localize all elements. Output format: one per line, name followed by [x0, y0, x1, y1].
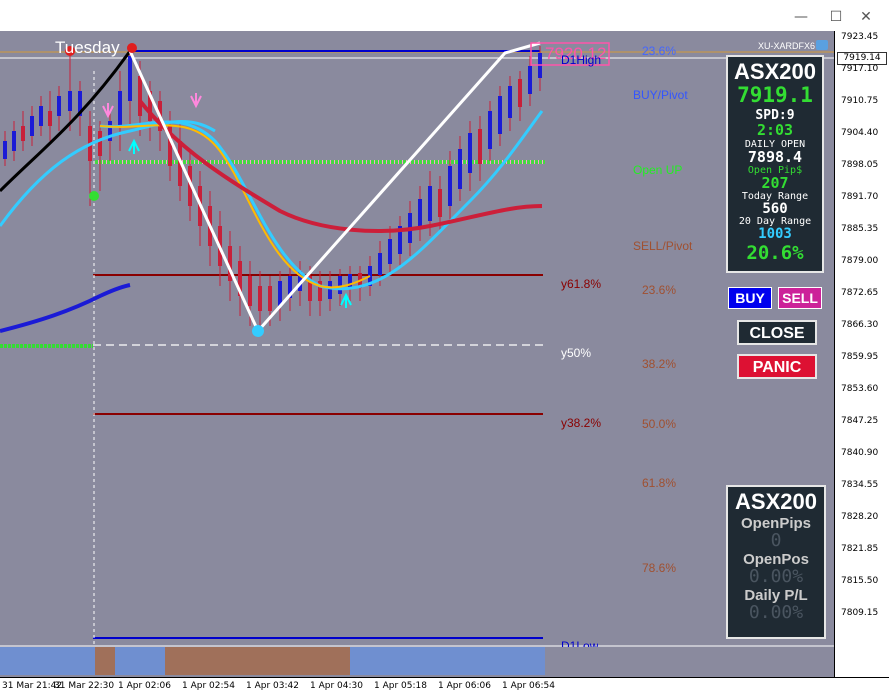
time-axis[interactable]: 31 Mar 21:42 31 Mar 22:30 1 Apr 02:06 1 …: [0, 677, 889, 700]
info-percent: 20.6%: [746, 242, 804, 264]
y-tick: 7923.45: [841, 32, 879, 42]
buy-button[interactable]: BUY: [728, 287, 772, 309]
y-tick: 7917.10: [841, 64, 879, 74]
panic-button[interactable]: PANIC: [737, 354, 817, 379]
close-icon[interactable]: ✕: [853, 7, 879, 27]
fib-label-5: 61.8%: [642, 476, 677, 490]
x-tick: 1 Apr 05:18: [374, 681, 427, 691]
y-tick: 7898.05: [841, 160, 879, 170]
x-tick: 1 Apr 06:54: [502, 681, 555, 691]
y-tick: 7879.00: [841, 256, 879, 266]
y-tick: 7859.95: [841, 352, 879, 362]
close-button[interactable]: CLOSE: [737, 320, 817, 345]
stats-symbol: ASX200: [735, 489, 817, 514]
price-chart[interactable]: Tuesday 7920.12 D1High 23.6% BUY/Pivot O…: [0, 31, 834, 677]
stats-open-pips-label: OpenPips: [740, 515, 811, 532]
fib-label-4: 50.0%: [642, 417, 677, 431]
y-tick: 7872.65: [841, 288, 879, 298]
stats-daily-pl-label: Daily P/L: [744, 587, 808, 604]
sell-button[interactable]: SELL: [778, 287, 822, 309]
info-symbol: ASX200: [734, 59, 816, 84]
stats-panel: ASX200 OpenPips 0 OpenPos 0.00% Daily P/…: [726, 485, 826, 639]
y-tick: 7834.55: [841, 480, 879, 490]
y618-label: y61.8%: [561, 277, 602, 291]
day-label: Tuesday: [55, 38, 120, 57]
y-tick: 7809.15: [841, 608, 879, 618]
d1low-label: D1Low: [561, 639, 599, 647]
stats-open-pos-label: OpenPos: [743, 551, 809, 568]
y382-label: y38.2%: [561, 416, 602, 430]
d1high-label: D1High: [561, 53, 602, 67]
y-tick: 7866.30: [841, 320, 879, 330]
stats-daily-pl-value: 0.00%: [748, 602, 804, 623]
info-price: 7919.1: [737, 83, 813, 107]
info-panel: ASX200 7919.1 SPD:9 2:03 DAILY OPEN 7898…: [726, 55, 824, 273]
fib-label-3: 38.2%: [642, 357, 677, 371]
sell-pivot-label: SELL/Pivot: [633, 239, 693, 253]
y-tick: 7821.85: [841, 544, 879, 554]
y-tick: 7815.50: [841, 576, 879, 586]
symbol-badge: XU-XARDFX6: [758, 41, 816, 51]
x-tick: 1 Apr 06:06: [438, 681, 491, 691]
maximize-icon[interactable]: ☐: [823, 7, 849, 27]
y-tick: 7847.25: [841, 416, 879, 426]
y-tick: 7891.70: [841, 192, 879, 202]
stats-open-pos-value: 0.00%: [748, 566, 804, 587]
info-daily-open-value: 7898.4: [747, 148, 803, 166]
y-tick: 7828.20: [841, 512, 879, 522]
info-today-range-value: 560: [762, 201, 788, 217]
price-axis[interactable]: 7923.45 7919.14 7917.10 7910.75 7904.40 …: [834, 31, 889, 677]
window-title-bar: — ☐ ✕: [0, 0, 889, 32]
fib-label-6: 78.6%: [642, 561, 677, 575]
y-tick: 7840.90: [841, 448, 879, 458]
fib-label-1: 23.6%: [642, 44, 677, 58]
x-tick: 1 Apr 02:54: [182, 681, 235, 691]
buy-pivot-label: BUY/Pivot: [633, 88, 688, 102]
y-tick: 7885.35: [841, 224, 879, 234]
open-up-label: Open UP: [633, 163, 683, 177]
y-tick: 7904.40: [841, 128, 879, 138]
x-tick: 1 Apr 02:06: [118, 681, 171, 691]
info-twenty-day-value: 1003: [758, 226, 792, 242]
fib-label-2: 23.6%: [642, 283, 677, 297]
y-tick: 7853.60: [841, 384, 879, 394]
y50-label: y50%: [561, 346, 592, 360]
info-timer: 2:03: [756, 121, 794, 139]
minimize-icon[interactable]: —: [788, 7, 814, 27]
graduation-cap-icon: [816, 40, 828, 50]
x-tick: 1 Apr 03:42: [246, 681, 299, 691]
info-open-pips-value: 207: [761, 174, 789, 192]
chart-canvas: [0, 41, 834, 675]
x-tick: 31 Mar 22:30: [54, 681, 115, 691]
x-tick: 1 Apr 04:30: [310, 681, 363, 691]
y-tick: 7910.75: [841, 96, 879, 106]
stats-open-pips-value: 0: [770, 530, 782, 551]
